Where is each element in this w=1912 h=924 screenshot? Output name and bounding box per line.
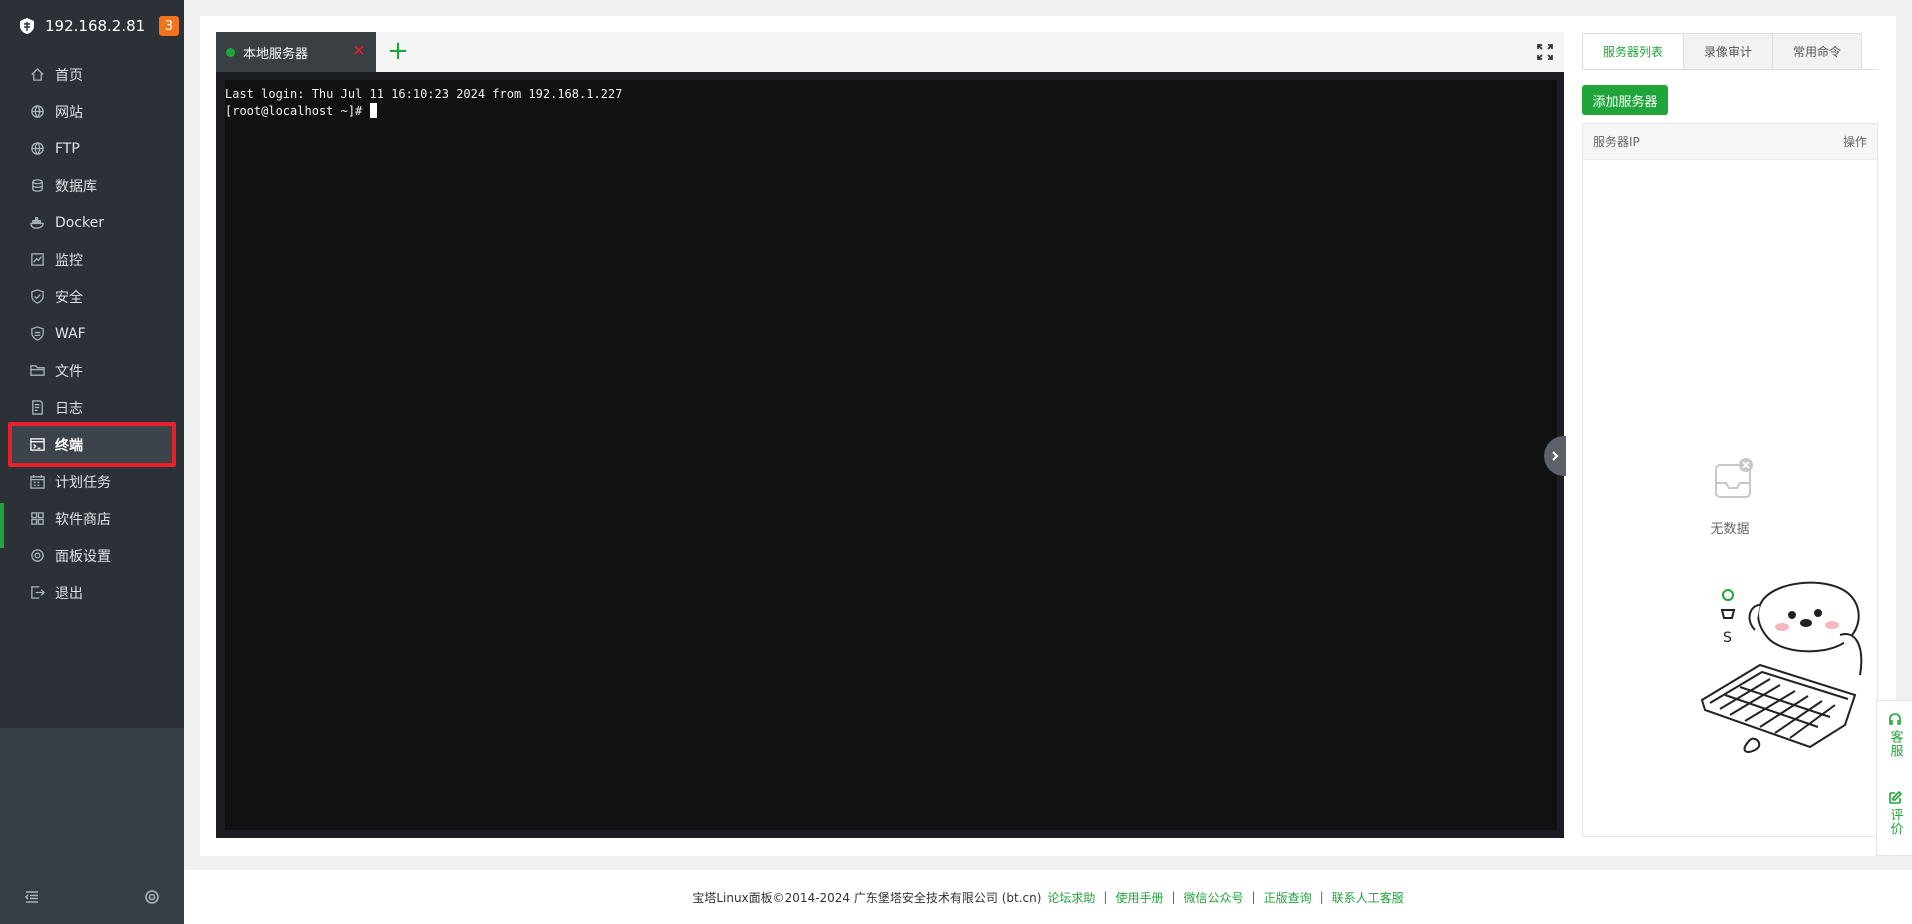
column-header-server-ip: 服务器IP — [1593, 135, 1640, 149]
home-icon — [31, 67, 44, 81]
sidebar-item-label: Docker — [55, 214, 105, 231]
sidebar-item-label: 面板设置 — [55, 548, 111, 565]
apps-icon — [31, 512, 44, 525]
footer-link-manual[interactable]: 使用手册 — [1115, 889, 1163, 906]
close-icon[interactable]: ✕ — [352, 43, 366, 59]
sidebar-item-label: 退出 — [55, 585, 83, 602]
sidebar-item-label: WAF — [55, 325, 86, 342]
footer-link-license[interactable]: 正版查询 — [1264, 889, 1312, 906]
separator: | — [1171, 890, 1176, 904]
sidebar-item-label: FTP — [55, 140, 80, 157]
folder-icon — [30, 365, 45, 376]
waf-icon — [31, 326, 44, 341]
sidebar-item-label: 首页 — [55, 67, 83, 84]
tab-server-list[interactable]: 服务器列表 — [1582, 33, 1685, 69]
mascot-illustration: S — [1700, 581, 1863, 753]
tab-common-commands[interactable]: 常用命令 — [1772, 33, 1863, 69]
collapse-menu-icon[interactable] — [24, 889, 40, 905]
copyright-text: 宝塔Linux面板©2014-2024 广东堡塔安全技术有限公司 (bt.cn) — [692, 890, 1042, 905]
sidebar-item-label: 计划任务 — [55, 474, 111, 491]
terminal-window[interactable]: Last login: Thu Jul 11 16:10:23 2024 fro… — [216, 72, 1564, 838]
add-server-button[interactable]: 添加服务器 — [1582, 85, 1668, 115]
footer-link-forum[interactable]: 论坛求助 — [1047, 889, 1095, 906]
sidebar-item-label: 数据库 — [55, 178, 97, 195]
terminal-tabbar: 本地服务器 ✕ + — [216, 32, 1564, 72]
empty-text: 无数据 — [1710, 522, 1750, 537]
footer-link-wechat[interactable]: 微信公众号 — [1184, 889, 1244, 906]
active-indicator — [0, 503, 4, 548]
separator: | — [1103, 890, 1108, 904]
sidebar-item-label: 文件 — [55, 363, 83, 380]
headset-icon — [1889, 713, 1901, 725]
review-button[interactable]: 评价 — [1877, 791, 1912, 836]
sidebar-item-logout[interactable]: 退出 — [8, 570, 176, 615]
empty-data-icon — [1715, 458, 1753, 498]
sidebar-item-label: 日志 — [55, 400, 83, 417]
fullscreen-icon[interactable] — [1536, 43, 1554, 61]
database-icon — [32, 179, 43, 192]
separator: | — [1319, 890, 1324, 904]
globe-icon — [31, 142, 44, 155]
customer-service-button[interactable]: 客服 — [1877, 713, 1912, 758]
customer-service-label: 客服 — [1887, 730, 1903, 758]
sidebar-item-label: 终端 — [55, 437, 83, 454]
sidebar: 192.168.2.81 3 首页 网站 FTP 数据库 Docker 监控 安… — [0, 0, 184, 924]
chevron-right-icon — [1552, 451, 1559, 461]
sidebar-item-label: 软件商店 — [55, 511, 111, 528]
terminal-tab[interactable]: 本地服务器 ✕ — [216, 32, 376, 72]
terminal-prompt: [root@localhost ~]# — [225, 104, 370, 118]
gear-icon — [31, 549, 44, 562]
terminal-tab-label: 本地服务器 — [243, 46, 309, 62]
calendar-icon — [30, 474, 45, 489]
sidebar-item-label: 监控 — [55, 252, 83, 269]
logout-icon — [31, 586, 45, 599]
terminal-prompt-line: [root@localhost ~]# — [225, 103, 1557, 120]
server-ip[interactable]: 192.168.2.81 — [45, 17, 145, 35]
status-dot — [226, 47, 235, 57]
notification-badge[interactable]: 3 — [159, 16, 179, 36]
review-label: 评价 — [1887, 808, 1903, 836]
sidebar-footer — [0, 870, 184, 924]
sidebar-item-label: 安全 — [55, 289, 83, 306]
sidebar-header: 192.168.2.81 — [0, 0, 184, 52]
svg-text:S: S — [1723, 630, 1732, 646]
chart-icon — [31, 253, 44, 266]
docker-icon — [30, 217, 44, 229]
tab-divider — [1582, 69, 1878, 70]
support-float: 客服 评价 — [1876, 700, 1912, 856]
terminal-cursor — [369, 103, 377, 118]
footer: 宝塔Linux面板©2014-2024 广东堡塔安全技术有限公司 (bt.cn)… — [184, 870, 1912, 924]
footer-link-contact-support[interactable]: 联系人工客服 — [1332, 889, 1404, 906]
add-tab-button[interactable]: + — [385, 38, 411, 65]
terminal-screen[interactable]: Last login: Thu Jul 11 16:10:23 2024 fro… — [225, 80, 1557, 830]
column-header-action: 操作 — [1842, 135, 1867, 149]
bt-logo-icon — [20, 18, 34, 34]
terminal-line: Last login: Thu Jul 11 16:10:23 2024 fro… — [225, 87, 623, 101]
edit-icon — [1889, 791, 1902, 804]
sidebar-menu: 首页 网站 FTP 数据库 Docker 监控 安全 WAF 文件 日志 终端 … — [0, 52, 184, 728]
gear-icon[interactable] — [144, 889, 160, 905]
sidebar-item-label: 网站 — [55, 104, 83, 121]
tab-recording-audit[interactable]: 录像审计 — [1683, 33, 1774, 69]
right-panel-tabs: 服务器列表 录像审计 常用命令 — [1582, 33, 1863, 69]
shield-icon — [31, 289, 44, 304]
separator: | — [1251, 890, 1256, 904]
table-header: 服务器IP 操作 — [1583, 124, 1877, 160]
globe-icon — [31, 105, 44, 118]
terminal-icon — [30, 438, 45, 451]
log-icon — [32, 400, 43, 415]
